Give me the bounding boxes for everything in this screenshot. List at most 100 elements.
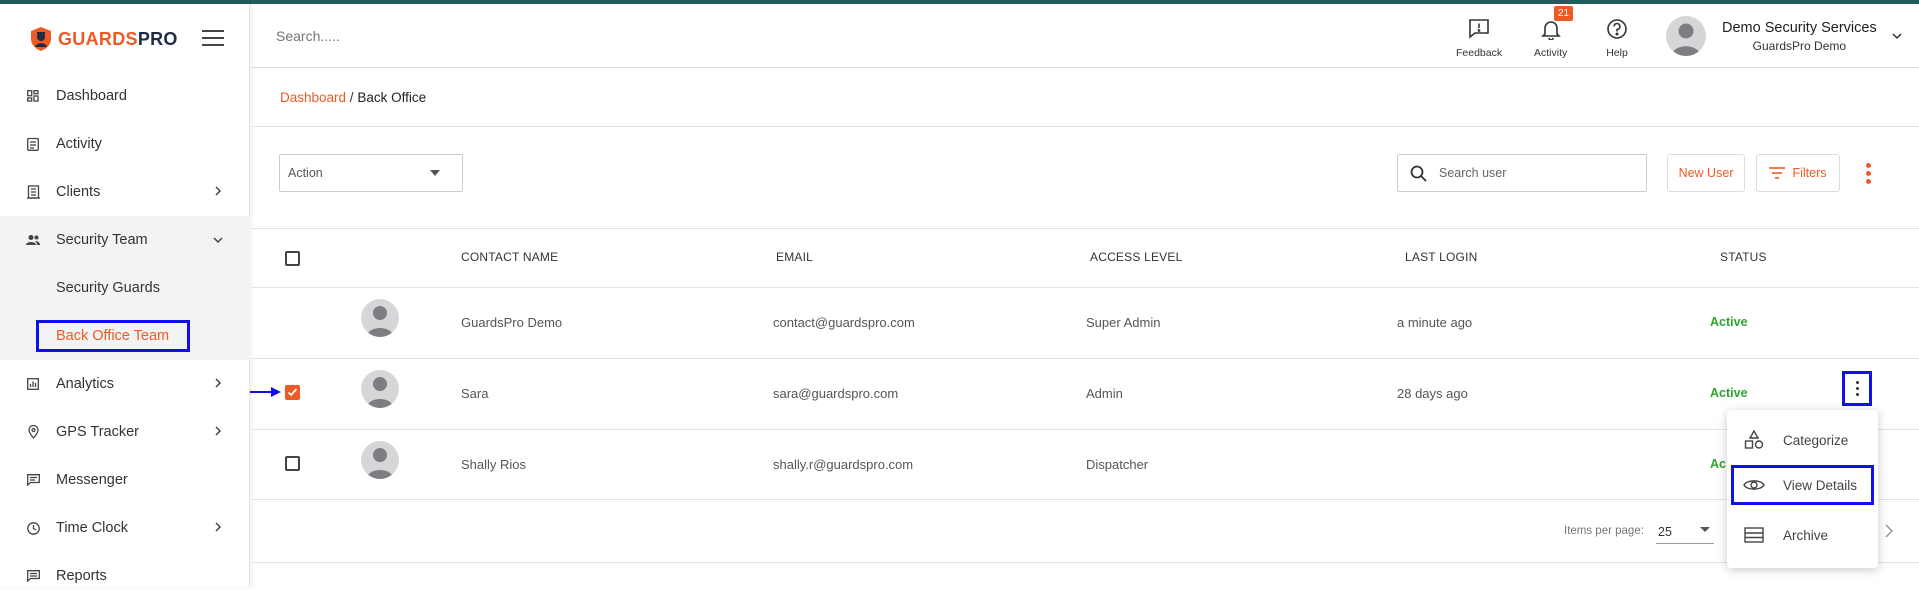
chevron-right-icon: [215, 426, 222, 436]
divider: [251, 126, 1919, 127]
search-user-field[interactable]: [1397, 154, 1647, 192]
arrow-annotation-icon: [250, 387, 281, 397]
table-row[interactable]: Sara sara@guardspro.com Admin 28 days ag…: [251, 358, 1919, 429]
archive-icon: [1743, 527, 1765, 543]
clipboard-icon: [25, 136, 41, 152]
sidebar-item-label: Activity: [56, 136, 102, 152]
access-level: Super Admin: [1086, 315, 1161, 330]
sidebar-item-reports[interactable]: Reports: [0, 552, 250, 600]
chevron-down-icon: [1892, 33, 1902, 40]
sidebar-item-label: Messenger: [56, 472, 128, 488]
sidebar-item-activity[interactable]: Activity: [0, 120, 250, 168]
sidebar-item-dashboard[interactable]: Dashboard: [0, 72, 250, 120]
status-badge: Active: [1710, 386, 1748, 400]
sidebar-subitem-back-office-team[interactable]: Back Office Team: [0, 312, 250, 360]
sidebar-item-messenger[interactable]: Messenger: [0, 456, 250, 504]
avatar: [361, 299, 399, 337]
access-level: Admin: [1086, 386, 1123, 401]
email: contact@guardspro.com: [773, 315, 915, 330]
sidebar-item-clients[interactable]: Clients: [0, 168, 250, 216]
clock-icon: [25, 520, 41, 536]
caret-down-icon: [430, 170, 440, 176]
hamburger-menu-icon[interactable]: [202, 30, 224, 46]
items-per-page-label: Items per page:: [1564, 525, 1644, 537]
security-team-submenu: Security Guards Back Office Team: [0, 264, 250, 360]
top-header: Feedback 21 Activity Help Demo Security …: [251, 4, 1919, 68]
user-name: Demo Security Services: [1722, 19, 1877, 36]
email: sara@guardspro.com: [773, 386, 899, 401]
more-options-icon[interactable]: [1866, 163, 1872, 187]
sidebar-item-label: GPS Tracker: [56, 424, 139, 440]
search-icon: [1410, 165, 1427, 182]
sidebar-item-analytics[interactable]: Analytics: [0, 360, 250, 408]
new-user-button[interactable]: New User: [1667, 154, 1745, 192]
sidebar-item-label: Security Team: [56, 232, 148, 248]
last-login: a minute ago: [1397, 315, 1473, 330]
status-badge: Ac: [1710, 457, 1726, 471]
avatar: [361, 441, 399, 479]
sidebar-subitem-security-guards[interactable]: Security Guards: [0, 264, 250, 312]
breadcrumb-current: Back Office: [357, 90, 427, 105]
items-per-page-value: 25: [1658, 525, 1672, 539]
logo-text: GUARDSPRO: [58, 29, 178, 50]
email: shally.r@guardspro.com: [773, 457, 914, 472]
column-header-email[interactable]: EMAIL: [776, 250, 813, 264]
access-level: Dispatcher: [1086, 457, 1149, 472]
sidebar-item-gps-tracker[interactable]: GPS Tracker: [0, 408, 250, 456]
feedback-button[interactable]: Feedback: [1456, 18, 1502, 59]
help-button[interactable]: Help: [1606, 18, 1628, 59]
user-menu[interactable]: Demo Security Services GuardsPro Demo: [1666, 16, 1903, 56]
table-row[interactable]: Shally Rios shally.r@guardspro.com Dispa…: [251, 429, 1919, 500]
column-header-last-login[interactable]: LAST LOGIN: [1405, 250, 1477, 264]
divider: [251, 562, 1919, 563]
activity-label: Activity: [1534, 47, 1568, 59]
help-label: Help: [1606, 47, 1628, 59]
menu-item-label: Archive: [1783, 527, 1829, 543]
activity-button[interactable]: 21 Activity: [1534, 6, 1574, 59]
menu-item-categorize[interactable]: Categorize: [1727, 420, 1878, 460]
breadcrumb-dashboard-link[interactable]: Dashboard: [280, 90, 346, 105]
items-per-page-select[interactable]: 25: [1656, 520, 1714, 544]
sidebar-item-label: Reports: [56, 568, 107, 584]
menu-item-label: View Details: [1783, 477, 1858, 493]
menu-item-archive[interactable]: Archive: [1727, 515, 1878, 555]
column-header-contact-name[interactable]: CONTACT NAME: [461, 250, 558, 264]
people-icon: [25, 232, 41, 248]
table-row[interactable]: GuardsPro Demo contact@guardspro.com Sup…: [251, 287, 1919, 358]
shapes-icon: [1743, 430, 1765, 450]
filters-button[interactable]: Filters: [1756, 154, 1840, 192]
next-page-chevron-icon[interactable]: [1884, 523, 1894, 539]
search-user-input[interactable]: [1439, 166, 1629, 180]
menu-item-view-details[interactable]: View Details: [1731, 465, 1874, 505]
dashboard-icon: [25, 88, 41, 104]
report-icon: [25, 568, 41, 584]
chart-icon: [25, 376, 41, 392]
guard-shield-logo-icon: [31, 27, 51, 51]
row-context-menu: Categorize View Details Archive: [1727, 410, 1878, 568]
breadcrumb-separator: /: [346, 90, 358, 105]
feedback-label: Feedback: [1456, 47, 1503, 59]
global-search-input[interactable]: [276, 28, 576, 44]
sidebar-item-time-clock[interactable]: Time Clock: [0, 504, 250, 552]
row-checkbox[interactable]: [285, 456, 300, 471]
sidebar-item-security-team[interactable]: Security Team: [0, 216, 250, 264]
column-header-access-level[interactable]: ACCESS LEVEL: [1090, 250, 1182, 264]
divider: [251, 228, 1919, 229]
feedback-icon: [1469, 19, 1489, 39]
row-more-options-button[interactable]: [1842, 371, 1872, 406]
status-badge: Active: [1710, 315, 1748, 329]
row-checkbox[interactable]: [285, 385, 300, 400]
checkmark-icon: [287, 388, 298, 397]
app-logo[interactable]: GUARDSPRO: [30, 22, 178, 56]
last-login: 28 days ago: [1397, 386, 1468, 401]
message-icon: [25, 472, 41, 488]
logo-text-part1: GUARDS: [58, 28, 138, 49]
action-dropdown[interactable]: Action: [279, 154, 463, 192]
contact-name: Shally Rios: [461, 457, 527, 472]
sidebar: GUARDSPRO Dashboard Activity Clients Sec…: [0, 4, 250, 587]
notification-count-badge: 21: [1554, 6, 1574, 21]
building-icon: [25, 184, 41, 200]
column-header-status[interactable]: STATUS: [1720, 250, 1767, 264]
sidebar-item-label: Dashboard: [56, 88, 127, 104]
select-all-checkbox[interactable]: [285, 251, 300, 266]
